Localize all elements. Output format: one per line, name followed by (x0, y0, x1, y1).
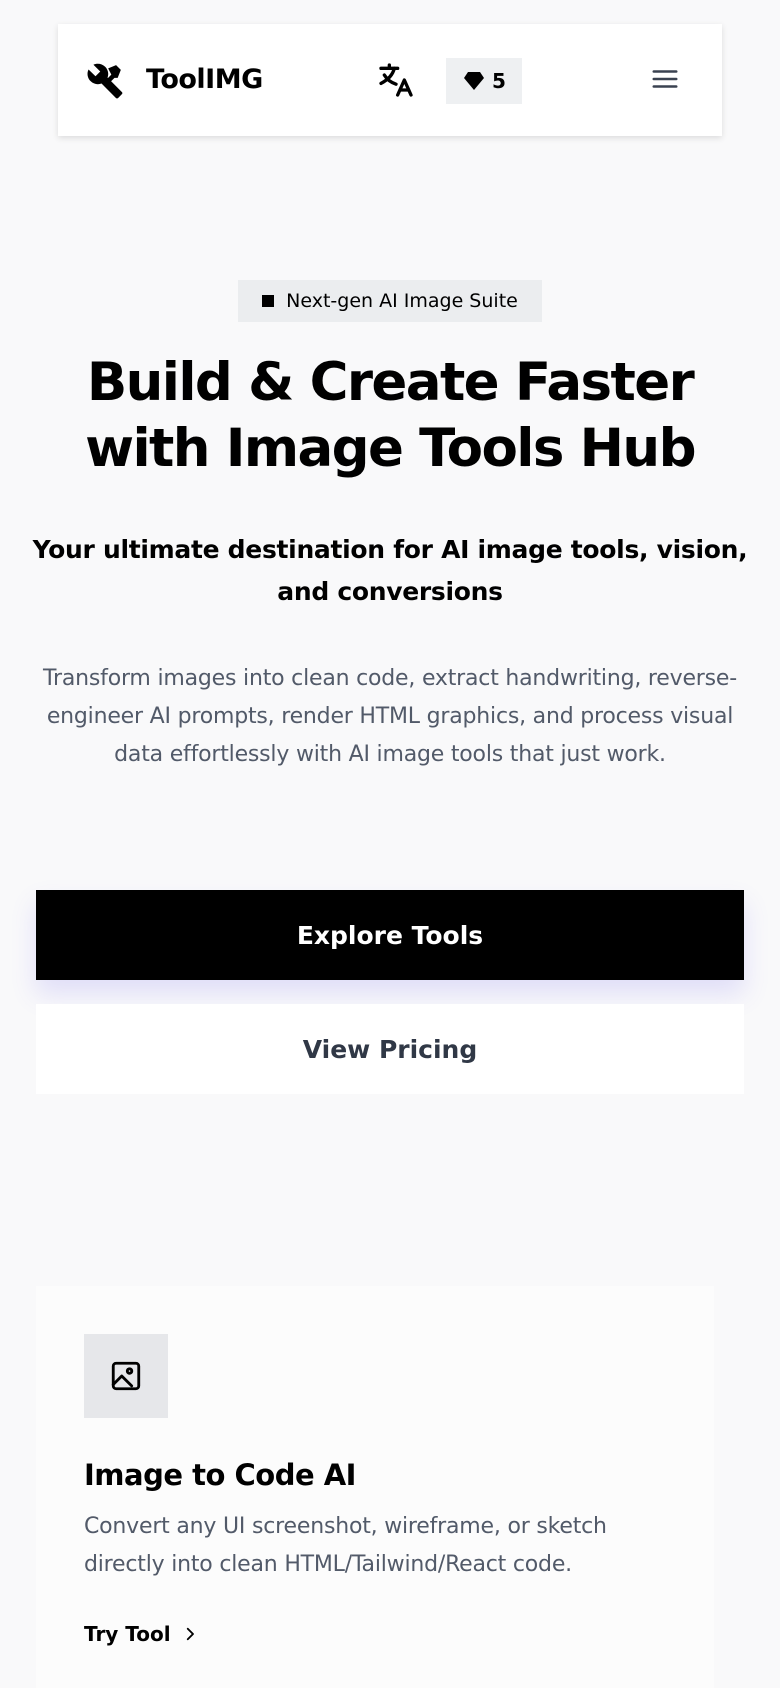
credits-badge[interactable]: 5 (446, 58, 522, 104)
explore-tools-button[interactable]: Explore Tools (36, 890, 744, 980)
hero-badge: Next-gen AI Image Suite (238, 280, 542, 322)
tool-card-title: Image to Code AI (84, 1458, 356, 1492)
translate-icon[interactable] (376, 60, 416, 100)
try-tool-label: Try Tool (84, 1622, 171, 1646)
square-icon (262, 295, 275, 307)
hero-subtitle: Your ultimate destination for AI image t… (32, 535, 748, 606)
credits-count: 5 (492, 69, 506, 93)
tool-card-icon-box (84, 1334, 168, 1418)
navbar: ToolIMG 5 (58, 24, 722, 136)
image-icon (111, 1361, 141, 1391)
hero-description: Transform images into clean code, extrac… (43, 666, 737, 767)
tools-icon[interactable] (86, 62, 124, 100)
tool-card[interactable]: Image to Code AI Convert any UI screensh… (36, 1286, 714, 1688)
view-pricing-button[interactable]: View Pricing (36, 1004, 744, 1094)
tool-card-description: Convert any UI screenshot, wireframe, or… (84, 1514, 607, 1577)
brand-name[interactable]: ToolIMG (146, 64, 263, 95)
chevron-right-icon (186, 1627, 194, 1641)
diamond-icon (464, 72, 485, 90)
hero-title: Build & Create Faster with Image Tools H… (85, 352, 696, 479)
menu-icon[interactable] (650, 64, 680, 94)
hero-badge-label: Next-gen AI Image Suite (286, 290, 518, 312)
try-tool-link[interactable]: Try Tool (84, 1622, 199, 1646)
